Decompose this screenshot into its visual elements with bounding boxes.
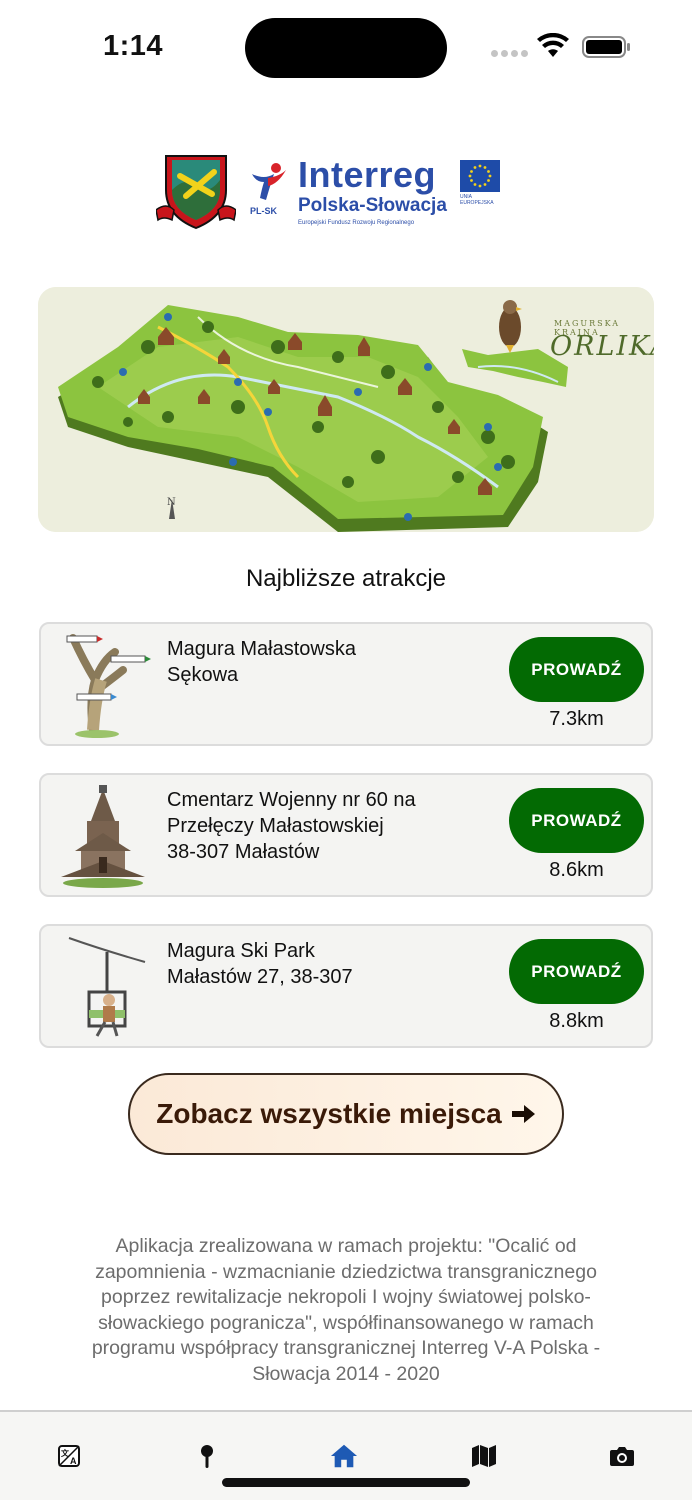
footer-line: Aplikacja zrealizowana w ramach projektu… — [115, 1235, 577, 1257]
eu-flag-icon — [460, 160, 500, 192]
interreg-subtitle: Polska-Słowacja — [298, 195, 447, 216]
attraction-address: Magura Małastowska Sękowa — [167, 636, 356, 688]
translate-icon: 文 A — [58, 1445, 80, 1467]
attraction-card[interactable]: Magura Małastowska Sękowa PROWADŹ 7.3km — [39, 622, 653, 746]
partner-logos: PL-SK Interreg Polska-Słowacja Europejsk… — [156, 150, 506, 230]
see-all-label: Zobacz wszystkie miejsca — [156, 1098, 502, 1129]
project-funding-note: Aplikacja zrealizowana w ramach projektu… — [56, 1234, 636, 1387]
footer-line: poprzez rewitalizacje nekropoli I wojny … — [101, 1286, 591, 1308]
attraction-location: 38-307 Małastów — [167, 841, 320, 863]
attraction-address: Magura Ski Park Małastów 27, 38-307 — [167, 938, 353, 990]
tree-signpost-image — [66, 634, 151, 738]
interreg-fund-label: Europejski Fundusz Rozwoju Regionalnego — [298, 220, 415, 226]
footer-line: zapomnienia - wzmacnianie dziedzictwa tr… — [95, 1260, 597, 1283]
svg-text:PL-SK: PL-SK — [250, 206, 278, 216]
svg-text:N: N — [167, 497, 176, 508]
attraction-card[interactable]: Cmentarz Wojenny nr 60 na Przełęczy Mała… — [39, 773, 653, 897]
svg-text:A: A — [70, 1456, 77, 1466]
footer-line: Słowacja 2014 - 2020 — [252, 1362, 440, 1385]
tab-camera[interactable] — [608, 1442, 636, 1470]
wifi-icon — [537, 33, 569, 57]
svg-text:文: 文 — [61, 1448, 70, 1458]
cellular-signal-icon — [491, 50, 528, 57]
attraction-location: Małastów 27, 38-307 — [167, 966, 353, 988]
attraction-name-cont: Przełęczy Małastowskiej — [167, 815, 384, 837]
attraction-address: Cmentarz Wojenny nr 60 na Przełęczy Mała… — [167, 787, 416, 865]
navigate-button[interactable]: PROWADŹ — [509, 939, 644, 1004]
attraction-name: Magura Ski Park — [167, 940, 315, 962]
region-map-banner[interactable]: N MAGURSKA KRAINA ORLIK — [38, 287, 654, 532]
tab-places[interactable] — [193, 1442, 221, 1470]
interreg-title: Interreg — [298, 154, 437, 195]
tab-home[interactable] — [330, 1442, 358, 1470]
footer-line: programu współpracy transgranicznej Inte… — [91, 1337, 601, 1359]
status-time: 1:14 — [103, 30, 164, 62]
map-icon — [472, 1445, 496, 1467]
eu-label: UNIA EUROPEJSKA — [460, 194, 494, 206]
pl-sk-logo: PL-SK — [250, 163, 286, 216]
navigate-button[interactable]: PROWADŹ — [509, 788, 644, 853]
wooden-chapel-image — [61, 785, 145, 888]
distance-label: 7.3km — [549, 708, 604, 730]
tab-translate[interactable]: 文 A — [55, 1442, 83, 1470]
attraction-location: Sękowa — [167, 664, 239, 686]
status-bar: 1:14 — [0, 0, 692, 95]
pin-icon — [201, 1445, 213, 1468]
distance-label: 8.6km — [549, 859, 604, 881]
dynamic-island — [245, 18, 447, 78]
home-indicator — [222, 1478, 470, 1487]
tab-map[interactable] — [470, 1442, 498, 1470]
battery-icon — [582, 36, 630, 58]
brand-title: ORLIKA — [550, 331, 654, 362]
attraction-name: Cmentarz Wojenny nr 60 na — [167, 789, 416, 811]
municipality-crest-logo — [156, 155, 236, 230]
home-icon — [330, 1444, 358, 1468]
arrow-right-icon — [511, 1105, 535, 1123]
chairlift-image — [68, 937, 146, 1037]
camera-icon — [610, 1447, 634, 1466]
footer-line: słowackiego pogranicza", współfinansowan… — [98, 1311, 594, 1334]
attraction-card[interactable]: Magura Ski Park Małastów 27, 38-307 PROW… — [39, 924, 653, 1048]
see-all-places-button[interactable]: Zobacz wszystkie miejsca — [128, 1073, 564, 1155]
distance-label: 8.8km — [549, 1010, 604, 1032]
attraction-name: Magura Małastowska — [167, 638, 356, 660]
section-title: Najbliższe atrakcje — [245, 565, 447, 592]
navigate-button[interactable]: PROWADŹ — [509, 637, 644, 702]
